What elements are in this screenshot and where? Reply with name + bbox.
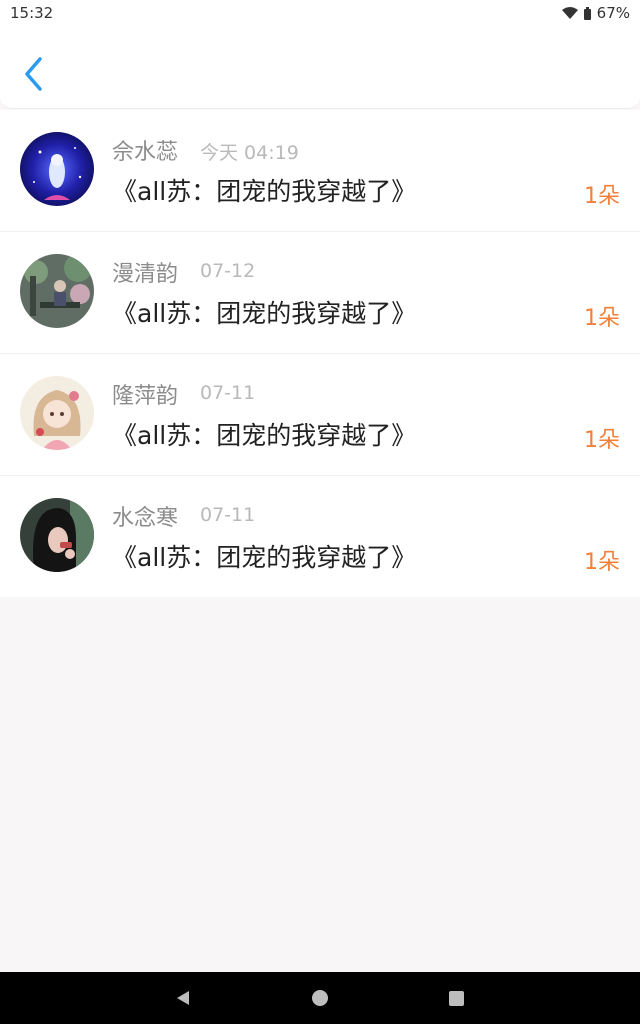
book-title[interactable]: 《all苏：团宠的我穿越了》 [112,416,416,452]
system-nav-bar [0,972,640,1024]
status-bar: 15:32 67% [0,0,640,28]
book-title[interactable]: 《all苏：团宠的我穿越了》 [112,172,416,208]
battery-level: 67% [596,4,630,22]
list-item[interactable]: 佘水蕊 今天 04:19 《all苏：团宠的我穿越了》 1朵 [0,110,640,232]
avatar-image [20,498,94,572]
avatar[interactable] [20,498,94,572]
user-name: 漫清韵 [112,262,179,287]
timestamp: 07-12 [200,260,256,282]
book-title[interactable]: 《all苏：团宠的我穿越了》 [112,294,416,330]
gift-record-list: 佘水蕊 今天 04:19 《all苏：团宠的我穿越了》 1朵 漫清韵 07-12… [0,110,640,597]
timestamp: 07-11 [200,504,256,526]
user-name: 隆萍韵 [112,384,179,409]
list-item[interactable]: 隆萍韵 07-11 《all苏：团宠的我穿越了》 1朵 [0,354,640,476]
gift-count: 1朵 [584,306,620,331]
nav-home-icon[interactable] [312,990,328,1006]
nav-back-icon[interactable] [175,990,191,1006]
status-icons: 67% [561,4,630,22]
header [0,28,640,109]
user-name: 水念寒 [112,506,179,531]
avatar[interactable] [20,132,94,206]
avatar[interactable] [20,376,94,450]
nav-recent-apps-icon[interactable] [449,991,464,1006]
gift-count: 1朵 [584,428,620,453]
back-button[interactable] [18,54,52,94]
status-time: 15:32 [10,4,54,22]
gift-count: 1朵 [584,184,620,209]
timestamp: 今天 04:19 [200,142,299,164]
timestamp: 07-11 [200,382,256,404]
chevron-left-icon [25,57,42,91]
avatar-image [20,132,94,206]
avatar-image [20,376,94,450]
avatar-image [20,254,94,328]
avatar[interactable] [20,254,94,328]
list-item[interactable]: 漫清韵 07-12 《all苏：团宠的我穿越了》 1朵 [0,232,640,354]
battery-icon [583,6,591,20]
user-name: 佘水蕊 [112,140,179,165]
wifi-icon [561,7,578,19]
gift-count: 1朵 [584,550,620,575]
list-item[interactable]: 水念寒 07-11 《all苏：团宠的我穿越了》 1朵 [0,476,640,597]
book-title[interactable]: 《all苏：团宠的我穿越了》 [112,538,416,574]
